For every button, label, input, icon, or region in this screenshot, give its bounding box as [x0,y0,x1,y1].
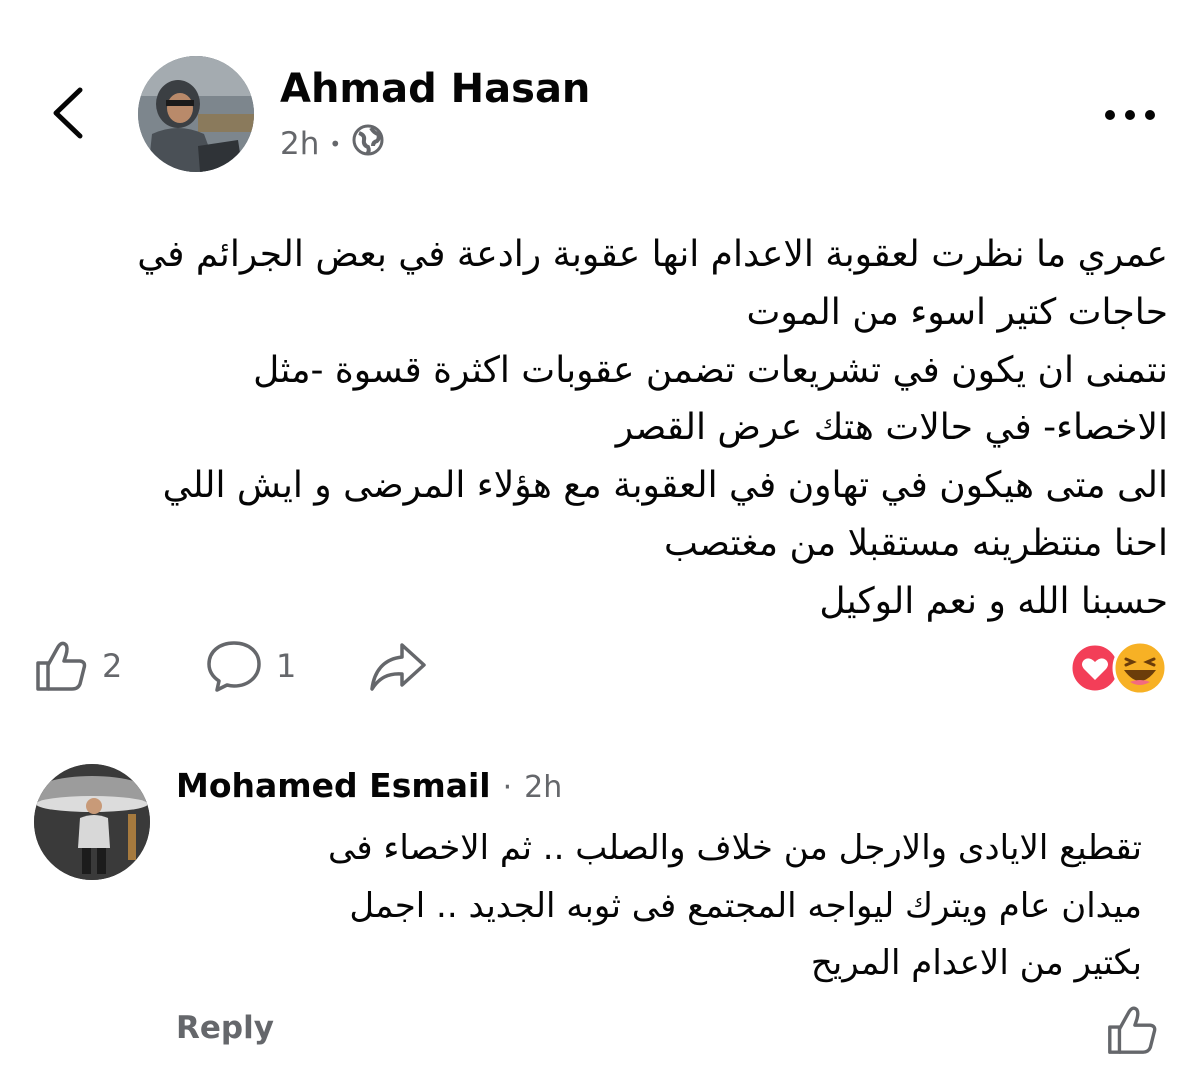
comment-time: 2h [524,770,563,805]
commenter-name[interactable]: Mohamed Esmail [176,766,491,805]
like-button[interactable]: 2 [32,636,122,696]
comment-like-button[interactable] [1104,1002,1160,1058]
avatar-photo [138,56,254,172]
comment-button[interactable]: 1 [204,636,296,696]
author-avatar[interactable] [138,56,254,172]
avatar-photo [34,764,150,880]
comment-bubble-icon [207,641,261,692]
post-meta: 2h • [280,124,385,164]
thumbs-up-icon [1108,1006,1157,1054]
comment-text: تقطيع الايادى والارجل من خلاف والصلب .. … [327,828,1142,983]
thumbs-up-icon [36,641,87,691]
globe-icon[interactable] [351,123,385,165]
meta-separator-dot: • [329,132,342,156]
reply-button[interactable]: Reply [176,1010,274,1046]
share-arrow-icon [370,643,426,691]
like-count: 2 [102,647,123,685]
comment-separator: · [502,770,513,805]
comment-header: Mohamed Esmail · 2h [176,766,562,805]
commenter-avatar[interactable] [34,764,150,880]
love-icon [1069,642,1121,694]
more-dots-icon [1105,110,1155,120]
chevron-left-icon [53,87,83,139]
haha-icon [1112,640,1168,696]
share-button[interactable] [366,636,430,696]
reactions-summary[interactable] [1068,640,1172,696]
post-time[interactable]: 2h [280,126,319,162]
comment-count: 1 [276,647,297,685]
author-name[interactable]: Ahmad Hasan [280,66,590,112]
more-options-button[interactable] [1100,100,1160,130]
back-button[interactable] [40,78,100,148]
post-text: عمري ما نظرت لعقوبة الاعدام انها عقوبة ر… [137,234,1168,622]
